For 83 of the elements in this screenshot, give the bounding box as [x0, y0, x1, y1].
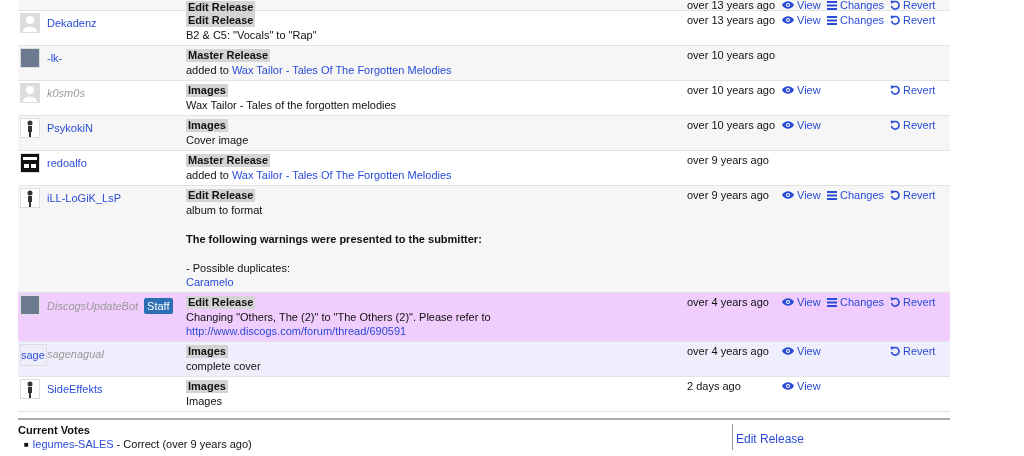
release-link[interactable]: http://www.discogs.com/forum/thread/690591 — [186, 325, 407, 337]
undo-icon — [890, 297, 900, 307]
eye-icon — [782, 298, 794, 306]
revert-link[interactable]: Revert — [890, 83, 950, 97]
edit-time: over 10 years ago — [687, 83, 777, 97]
edit-time: over 13 years ago — [687, 13, 777, 27]
description-text: added to Wax Tailor - Tales Of The Forgotten Melodies — [186, 168, 453, 182]
view-link[interactable]: View — [782, 295, 827, 309]
undo-icon — [890, 190, 900, 200]
revert-link[interactable]: Revert — [890, 295, 950, 309]
sidebar-link[interactable]: Edit Release — [736, 432, 805, 446]
votes-heading: Current Votes — [18, 424, 91, 436]
revert-link[interactable]: Revert — [890, 13, 950, 27]
eye-icon — [782, 86, 794, 94]
edit-type-label: Edit Release — [186, 296, 256, 309]
edit-type-label: Master Release — [186, 154, 271, 167]
edit-type-label: Edit Release — [186, 1, 256, 14]
bullet: ■ — [24, 440, 29, 449]
menu-icon — [827, 15, 837, 25]
description-text: complete cover — [186, 359, 262, 373]
eye-icon — [782, 382, 794, 390]
undo-icon — [890, 120, 900, 130]
description-text: Wax Tailor - Tales of the forgotten melodies — [186, 98, 398, 112]
eye-icon — [782, 121, 794, 129]
edit-time: over 4 years ago — [687, 295, 770, 309]
view-link[interactable]: View — [782, 83, 827, 97]
description-text: Cover image — [186, 133, 250, 147]
description-text: - Possible duplicates: — [186, 261, 291, 275]
warning-heading: The following warnings were presented to the submitter: — [186, 232, 483, 246]
eye-icon — [782, 191, 794, 199]
eye-icon — [782, 347, 794, 355]
eye-icon — [782, 16, 794, 24]
view-link[interactable]: View — [782, 13, 827, 27]
edit-type-label: Images — [186, 380, 228, 393]
edit-time: over 9 years ago — [687, 153, 770, 167]
edit-time: over 4 years ago — [687, 344, 770, 358]
release-link[interactable]: Wax Tailor - Tales Of The Forgotten Melodies — [231, 64, 452, 76]
revert-link[interactable]: Revert — [890, 188, 950, 202]
edit-time: over 10 years ago — [687, 118, 777, 132]
view-link[interactable]: View — [782, 344, 827, 358]
edit-time: over 10 years ago — [687, 48, 777, 62]
username-link[interactable]: redoalfo — [47, 156, 87, 170]
view-link[interactable]: View — [782, 379, 827, 393]
view-link[interactable]: View — [782, 0, 827, 10]
revert-link[interactable]: Revert — [890, 0, 950, 10]
duplicate-link[interactable]: Caramelo — [186, 276, 234, 288]
menu-icon — [827, 0, 837, 10]
username-link[interactable]: Dekadenz — [47, 16, 97, 30]
username-link[interactable]: -lk- — [47, 51, 63, 65]
edit-type-label: Edit Release — [186, 189, 256, 202]
changes-link[interactable]: Changes — [827, 0, 890, 10]
avatar-text[interactable]: sage — [20, 344, 47, 366]
undo-icon — [890, 346, 900, 356]
username-link[interactable]: iLL-LoGiK_LsP — [47, 191, 121, 205]
username-link[interactable]: PsykokiN — [47, 121, 93, 135]
changes-link[interactable]: Changes — [827, 13, 890, 27]
edit-time: over 13 years ago — [687, 0, 777, 10]
view-link[interactable]: View — [782, 118, 827, 132]
edit-time: 2 days ago — [687, 379, 742, 393]
menu-icon — [827, 190, 837, 200]
edit-type-label: Master Release — [186, 49, 271, 62]
revert-link[interactable]: Revert — [890, 118, 950, 132]
description-text: Changing "Others, The (2)" to "The Others (2)". Please refer to http://www.discogs.com/forum/thread/690591 — [186, 310, 492, 338]
voter-link[interactable]: legumes-SALES — [32, 438, 114, 450]
edit-type-label: Edit Release — [186, 14, 256, 27]
edit-type-label: Images — [186, 119, 228, 132]
edit-time: over 9 years ago — [687, 188, 770, 202]
menu-icon — [827, 297, 837, 307]
description-text: B2 & C5: "Vocals" to "Rap" — [186, 28, 318, 42]
view-link[interactable]: View — [782, 188, 827, 202]
changes-link[interactable]: Changes — [827, 188, 890, 202]
vote-text: - Correct (over 9 years ago) — [115, 438, 252, 450]
username-link[interactable]: SideEffekts — [47, 382, 103, 396]
description-text: album to format — [186, 203, 264, 217]
description-text: Images — [186, 394, 224, 408]
release-link[interactable]: Wax Tailor - Tales Of The Forgotten Melodies — [231, 169, 452, 181]
edit-type-label: Images — [186, 345, 228, 358]
edit-type-label: Images — [186, 84, 228, 97]
undo-icon — [890, 85, 900, 95]
revert-link[interactable]: Revert — [890, 344, 950, 358]
staff-badge: Staff — [144, 298, 173, 314]
changes-link[interactable]: Changes — [827, 295, 890, 309]
description-text: added to Wax Tailor - Tales Of The Forgotten Melodies — [186, 63, 453, 77]
